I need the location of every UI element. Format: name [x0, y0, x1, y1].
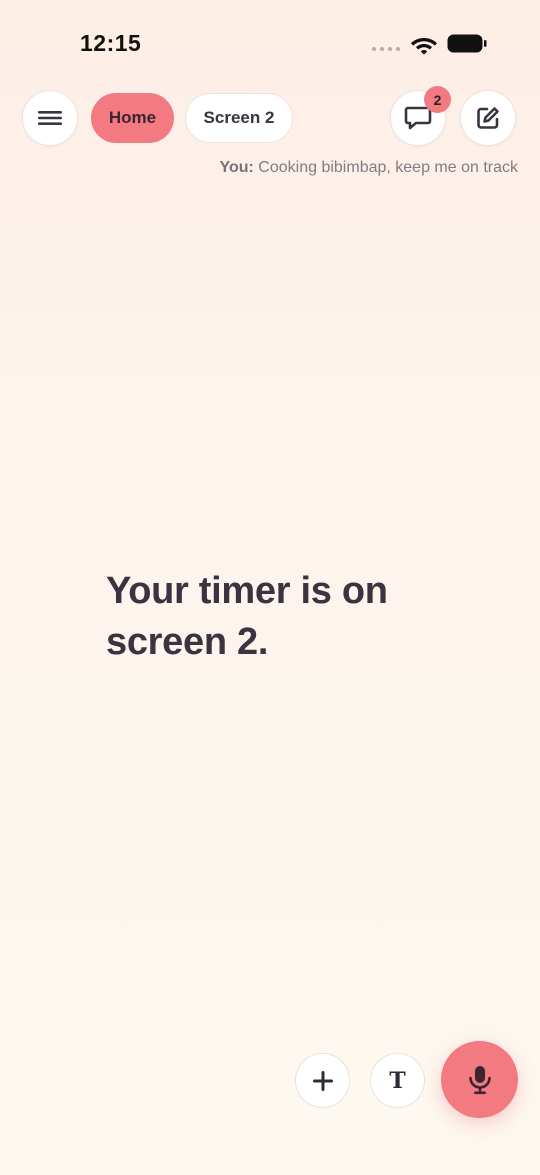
battery-icon: [447, 34, 487, 53]
microphone-button[interactable]: [441, 1041, 518, 1118]
tab-screen-2-label: Screen 2: [203, 108, 275, 127]
menu-button[interactable]: [22, 90, 78, 146]
status-bar: 12:15: [0, 0, 540, 80]
wifi-icon: [411, 38, 437, 55]
add-button[interactable]: [295, 1053, 350, 1108]
text-input-button[interactable]: T: [370, 1053, 425, 1108]
hamburger-menu-icon: [38, 111, 62, 125]
context-speaker: You:: [219, 159, 254, 176]
tab-screen-2[interactable]: Screen 2: [185, 93, 293, 143]
tab-home-label: Home: [108, 108, 157, 127]
signal-dots-icon: [372, 47, 400, 51]
status-time: 12:15: [80, 30, 142, 56]
plus-icon: [312, 1070, 333, 1091]
chat-badge: 2: [424, 86, 451, 113]
context-line: You: Cooking bibimbap, keep me on track: [220, 159, 519, 177]
context-message: Cooking bibimbap, keep me on track: [253, 159, 518, 176]
compose-icon: [477, 107, 499, 129]
microphone-icon: [468, 1065, 491, 1094]
text-button-label: T: [389, 1067, 406, 1094]
main-message: Your timer is on screen 2.: [106, 570, 388, 663]
tab-home[interactable]: Home: [91, 93, 174, 143]
compose-button[interactable]: [460, 90, 516, 146]
